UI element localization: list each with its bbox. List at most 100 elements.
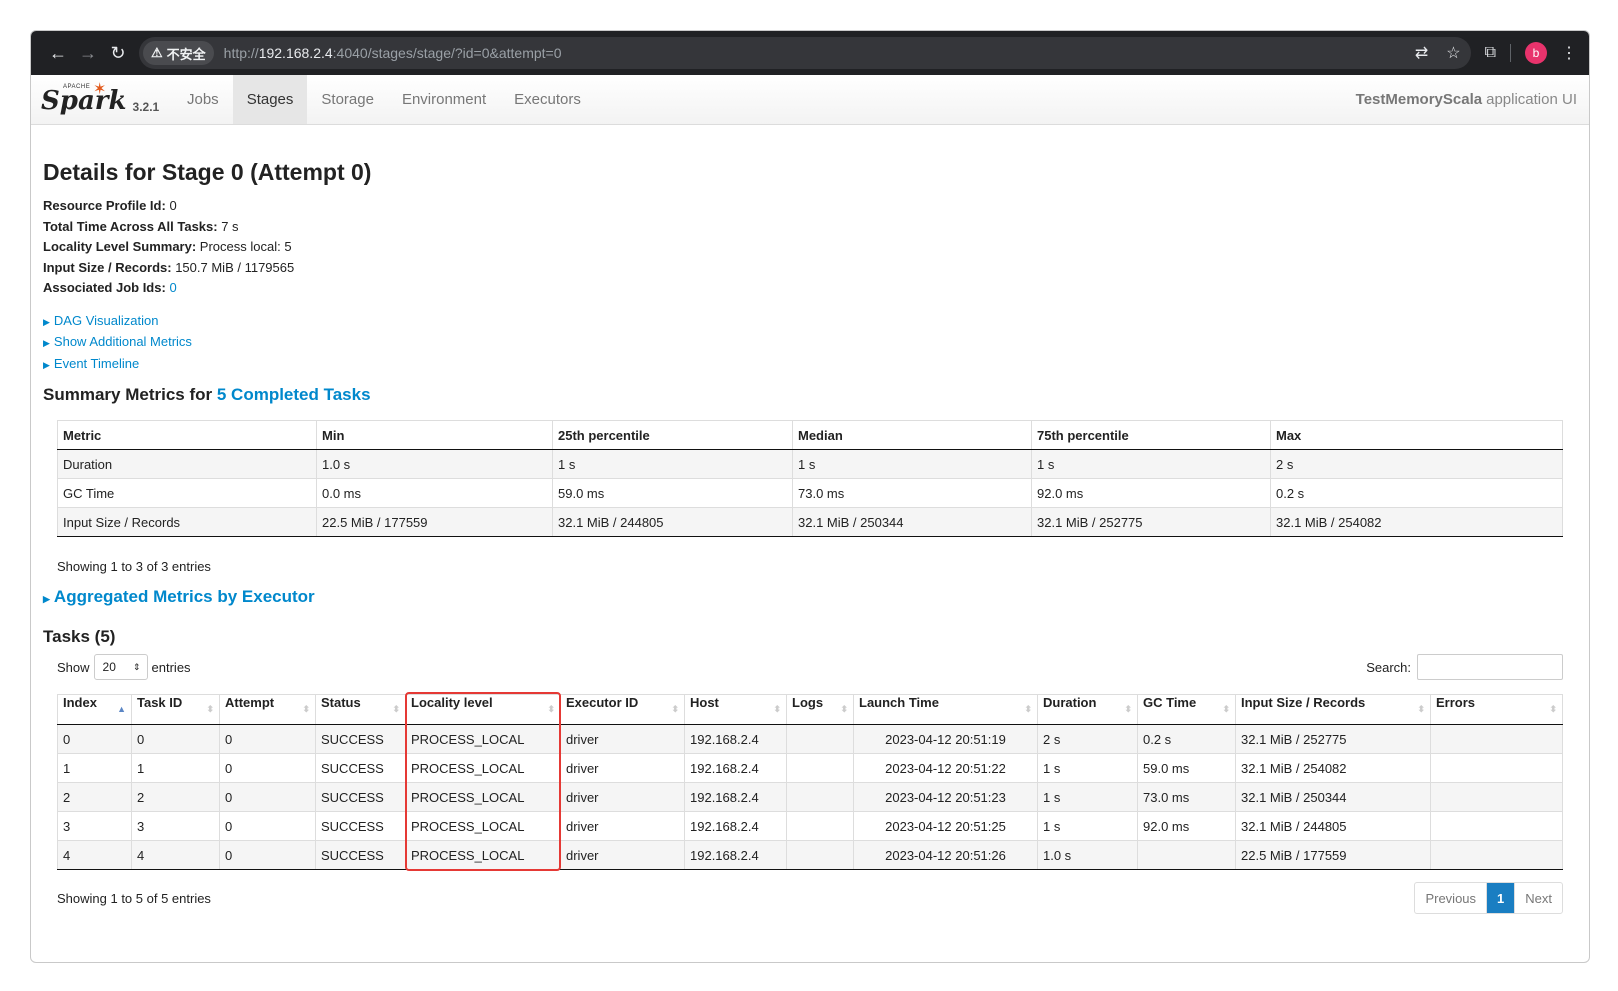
- task-cell-logs: [786, 753, 854, 783]
- task-cell-logs: [786, 840, 854, 870]
- task-cell-index: 4: [57, 840, 132, 870]
- info-job-ids: Associated Job Ids: 0: [43, 278, 1577, 299]
- task-cell-gc-time: 0.2 s: [1137, 724, 1236, 754]
- tasks-col-attempt[interactable]: Attempt ⬍: [219, 694, 316, 725]
- tasks-col-task-id[interactable]: Task ID ⬍: [131, 694, 220, 725]
- task-cell-index: 1: [57, 753, 132, 783]
- task-cell-locality-level: PROCESS_LOCAL: [405, 724, 561, 754]
- tasks-table: Index ▲ Task ID ⬍ Attempt ⬍ Status ⬍ Locality le…: [57, 694, 1563, 870]
- task-cell-launch-time: 2023-04-12 20:51:19: [853, 724, 1038, 754]
- tasks-col-locality-level[interactable]: Locality level ⬍: [405, 694, 561, 725]
- back-icon[interactable]: ←: [43, 38, 73, 68]
- sort-icon[interactable]: ⬍: [671, 695, 679, 724]
- profile-avatar[interactable]: b: [1525, 42, 1547, 64]
- summary-cell: 0.0 ms: [316, 478, 553, 508]
- task-cell-executor-id: driver: [560, 811, 685, 841]
- aggregated-metrics-toggle[interactable]: ▶ Aggregated Metrics by Executor: [43, 587, 1577, 607]
- tab-environment[interactable]: Environment: [388, 75, 500, 124]
- sort-icon[interactable]: ⬍: [547, 695, 555, 724]
- url-text[interactable]: http://192.168.2.4:4040/stages/stage/?id…: [224, 45, 562, 61]
- warning-icon: ⚠: [151, 45, 163, 60]
- reload-icon[interactable]: ↻: [103, 38, 133, 68]
- sort-icon[interactable]: ⬍: [302, 695, 310, 724]
- caret-right-icon: ▶: [43, 316, 50, 327]
- extensions-icon[interactable]: ⧉: [1485, 44, 1496, 62]
- address-bar[interactable]: ⚠ 不安全 http://192.168.2.4:4040/stages/sta…: [139, 37, 1471, 69]
- summary-col-25th-percentile: 25th percentile: [552, 420, 793, 450]
- info-locality-summary: Locality Level Summary: Process local: 5: [43, 237, 1577, 258]
- toolbar-divider: [1510, 44, 1511, 62]
- forward-icon[interactable]: →: [73, 38, 103, 68]
- tab-storage[interactable]: Storage: [307, 75, 388, 124]
- page-size-select[interactable]: 20 ⇕: [93, 654, 148, 680]
- tasks-col-index[interactable]: Index ▲: [57, 694, 132, 725]
- column-label: Launch Time: [859, 695, 939, 710]
- url-path: :4040/stages/stage/?id=0&attempt=0: [332, 45, 562, 61]
- sort-icon[interactable]: ⬍: [840, 695, 848, 724]
- tasks-col-input-size-records[interactable]: Input Size / Records ⬍: [1235, 694, 1431, 725]
- tasks-col-launch-time[interactable]: Launch Time ⬍: [853, 694, 1038, 725]
- summary-cell: 32.1 MiB / 254082: [1270, 507, 1563, 537]
- sort-icon[interactable]: ⬍: [1417, 695, 1425, 724]
- summary-cell: 32.1 MiB / 250344: [792, 507, 1032, 537]
- sort-icon[interactable]: ⬍: [1124, 695, 1132, 724]
- app-suffix: application UI: [1486, 91, 1577, 108]
- tasks-heading: Tasks (5): [43, 627, 116, 646]
- page-1-button[interactable]: 1: [1486, 883, 1516, 913]
- summary-cell: 32.1 MiB / 252775: [1031, 507, 1271, 537]
- security-chip[interactable]: ⚠ 不安全: [143, 41, 214, 65]
- toggle-label[interactable]: Show Additional Metrics: [54, 334, 192, 349]
- tasks-header-row: Index ▲ Task ID ⬍ Attempt ⬍ Status ⬍ Locality le…: [57, 694, 1563, 725]
- tab-stages[interactable]: Stages: [232, 75, 308, 124]
- dag-visualization-toggle[interactable]: ▶ DAG Visualization: [43, 311, 1577, 333]
- info-value: 0: [169, 198, 177, 213]
- sort-icon[interactable]: ⬍: [206, 695, 214, 724]
- tasks-col-host[interactable]: Host ⬍: [684, 694, 787, 725]
- previous-button[interactable]: Previous: [1415, 883, 1486, 913]
- translate-icon[interactable]: ⇄: [1415, 43, 1428, 63]
- job-id-link[interactable]: 0: [169, 280, 176, 295]
- summary-header-row: Metric Min 25th percentile Median 75th perce…: [57, 420, 1563, 450]
- tasks-table-wrap: Index ▲ Task ID ⬍ Attempt ⬍ Status ⬍ Locality le…: [57, 692, 1563, 871]
- tab-executors[interactable]: Executors: [500, 75, 595, 124]
- tasks-col-gc-time[interactable]: GC Time ⬍: [1137, 694, 1236, 725]
- toggle-label[interactable]: DAG Visualization: [54, 313, 159, 328]
- tasks-col-logs[interactable]: Logs ⬍: [786, 694, 854, 725]
- sort-asc-icon[interactable]: ▲: [117, 695, 126, 724]
- aggregated-metrics-label[interactable]: Aggregated Metrics by Executor: [54, 587, 315, 606]
- browser-window: ← → ↻ ⚠ 不安全 http://192.168.2.4:4040/stag…: [30, 30, 1590, 963]
- task-cell-logs: [786, 811, 854, 841]
- sort-icon[interactable]: ⬍: [392, 695, 400, 724]
- tasks-col-executor-id[interactable]: Executor ID ⬍: [560, 694, 685, 725]
- spark-logo[interactable]: APACHE Spark ✶ 3.2.1: [41, 75, 173, 124]
- completed-tasks-link[interactable]: 5 Completed Tasks: [217, 385, 371, 404]
- info-label: Total Time Across All Tasks:: [43, 218, 218, 234]
- task-cell-launch-time: 2023-04-12 20:51:26: [853, 840, 1038, 870]
- toggle-label[interactable]: Event Timeline: [54, 356, 139, 371]
- sort-icon[interactable]: ⬍: [773, 695, 781, 724]
- additional-metrics-toggle[interactable]: ▶ Show Additional Metrics: [43, 332, 1577, 354]
- task-cell-input-size-records: 32.1 MiB / 254082: [1235, 753, 1431, 783]
- task-cell-host: 192.168.2.4: [684, 811, 787, 841]
- sort-icon[interactable]: ⬍: [1024, 695, 1032, 724]
- sort-icon[interactable]: ⬍: [1549, 695, 1557, 724]
- summary-cell: 2 s: [1270, 449, 1563, 479]
- tasks-col-status[interactable]: Status ⬍: [315, 694, 406, 725]
- task-cell-executor-id: driver: [560, 724, 685, 754]
- task-cell-attempt: 0: [219, 724, 316, 754]
- tab-jobs[interactable]: Jobs: [173, 75, 233, 124]
- event-timeline-toggle[interactable]: ▶ Event Timeline: [43, 354, 1577, 376]
- summary-cell: 1.0 s: [316, 449, 553, 479]
- sort-icon[interactable]: ⬍: [1222, 695, 1230, 724]
- task-cell-task-id: 0: [131, 724, 220, 754]
- task-cell-host: 192.168.2.4: [684, 782, 787, 812]
- page-title: Details for Stage 0 (Attempt 0): [43, 159, 372, 185]
- column-label: Errors: [1436, 695, 1476, 710]
- tasks-col-errors[interactable]: Errors ⬍: [1430, 694, 1563, 725]
- next-button[interactable]: Next: [1515, 883, 1562, 913]
- bookmark-star-icon[interactable]: ☆: [1446, 43, 1460, 63]
- search-input[interactable]: [1417, 654, 1563, 680]
- menu-kebab-icon[interactable]: ⋮: [1561, 43, 1577, 63]
- tasks-col-duration[interactable]: Duration ⬍: [1037, 694, 1138, 725]
- summary-entries-info: Showing 1 to 3 of 3 entries: [57, 559, 211, 574]
